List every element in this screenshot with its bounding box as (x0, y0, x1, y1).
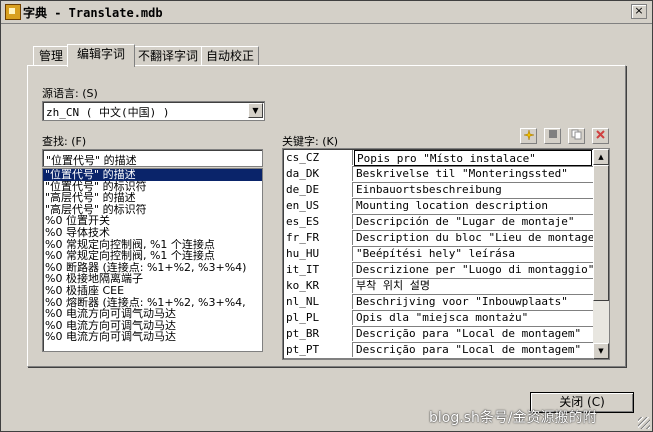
list-item[interactable]: "高层代号" 的标识符 (43, 204, 262, 216)
list-item[interactable]: %0 位置开关 (43, 215, 262, 227)
translation-text[interactable]: Description du bloc "Lieu de montage" (354, 230, 594, 245)
language-code: fr_FR (284, 230, 353, 245)
translation-text[interactable]: Popis pro "Místo instalace" (354, 150, 592, 166)
language-code: cs_CZ (284, 150, 353, 165)
copy-icon[interactable] (568, 128, 585, 144)
table-row[interactable]: hu_HU "Beépítési hely" leírása (284, 246, 593, 263)
search-input[interactable]: "位置代号" 的描述 (42, 149, 263, 167)
translation-text[interactable]: Opis dla "miejsca montażu" (354, 310, 594, 325)
list-item[interactable]: %0 极接地隔离端子 (43, 273, 262, 285)
list-item[interactable]: %0 断路器 (连接点: %1+%2, %3+%4) (43, 262, 262, 274)
resize-grip-icon[interactable] (638, 417, 650, 429)
tab-auto-correct[interactable]: 自动校正 (201, 46, 259, 66)
table-row[interactable]: pt_PT Descrição para "Local de montagem" (284, 342, 593, 359)
language-code: nl_NL (284, 294, 353, 309)
chevron-down-icon[interactable]: ▼ (248, 103, 263, 118)
list-item[interactable]: "位置代号" 的标识符 (43, 181, 262, 193)
tab-edit-words[interactable]: 编辑字词 (67, 44, 135, 67)
window-close-button[interactable]: × (631, 4, 647, 19)
stop-icon[interactable] (544, 128, 561, 144)
list-item[interactable]: %0 导体技术 (43, 227, 262, 239)
table-row[interactable]: ko_KR 부착 위치 설명 (284, 278, 593, 295)
window-title: 字典 - Translate.mdb (23, 6, 163, 20)
scroll-thumb[interactable] (593, 165, 609, 301)
source-language-label: 源语言: (S) (42, 87, 98, 100)
dictionary-app-icon (5, 4, 21, 20)
language-code: de_DE (284, 182, 353, 197)
translation-text[interactable]: Mounting location description (354, 198, 594, 213)
watermark: blog.sh条号/金资源搬的附 (429, 410, 597, 426)
translation-text[interactable]: 부착 위치 설명 (354, 278, 594, 293)
source-language-value: zh_CN ( 中文(中国) ) (46, 106, 170, 119)
list-item[interactable]: "位置代号" 的描述 (43, 169, 262, 181)
language-code: pt_BR (284, 326, 353, 341)
table-row[interactable]: en_US Mounting location description (284, 198, 593, 215)
translation-text[interactable]: Beschrijving voor "Inbouwplaats" (354, 294, 594, 309)
language-code: es_ES (284, 214, 353, 229)
translation-text[interactable]: Descrição para "Local de montagem" (354, 326, 594, 341)
translation-text[interactable]: Descripción de "Lugar de montaje" (354, 214, 594, 229)
list-item[interactable]: %0 电流方向可调气动马达 (43, 320, 262, 332)
table-row[interactable]: es_ES Descripción de "Lugar de montaje" (284, 214, 593, 231)
list-item[interactable]: "高层代号" 的描述 (43, 192, 262, 204)
list-item[interactable]: %0 电流方向可调气动马达 (43, 331, 262, 343)
new-entry-icon[interactable] (520, 128, 537, 144)
word-list[interactable]: "位置代号" 的描述 "位置代号" 的标识符 "高层代号" 的描述 "高层代号"… (42, 168, 263, 352)
language-code: en_US (284, 198, 353, 213)
table-row[interactable]: de_DE Einbauortsbeschreibung (284, 182, 593, 199)
delete-icon[interactable] (592, 128, 609, 144)
list-item[interactable]: %0 常规定向控制阀, %1 个连接点 (43, 250, 262, 262)
source-language-select[interactable]: zh_CN ( 中文(中国) ) ▼ (42, 101, 265, 121)
table-row[interactable]: cs_CZ Popis pro "Místo instalace" (284, 150, 593, 167)
keywords-scrollbar[interactable]: ▲ ▼ (593, 149, 609, 359)
language-code: da_DK (284, 166, 353, 181)
language-code: pl_PL (284, 310, 353, 325)
language-code: it_IT (284, 262, 353, 277)
translation-text[interactable]: Beskrivelse til "Monteringssted" (354, 166, 594, 181)
search-label: 查找: (F) (42, 135, 87, 148)
title-bar[interactable]: 字典 - Translate.mdb × (1, 1, 652, 24)
table-row[interactable]: fr_FR Description du bloc "Lieu de monta… (284, 230, 594, 247)
table-row[interactable]: pl_PL Opis dla "miejsca montażu" (284, 310, 593, 327)
table-row[interactable]: da_DK Beskrivelse til "Monteringssted" (284, 166, 593, 183)
translation-text[interactable]: "Beépítési hely" leírása (354, 246, 594, 261)
language-code: ko_KR (284, 278, 353, 293)
translation-text[interactable]: Descrição para "Local de montagem" (354, 342, 594, 357)
tab-manage[interactable]: 管理 (33, 46, 69, 66)
scroll-down-icon[interactable]: ▼ (593, 343, 609, 359)
list-item[interactable]: %0 电流方向可调气动马达 (43, 308, 262, 320)
table-row[interactable]: it_IT Descrizione per "Luogo di montaggi… (284, 262, 594, 279)
list-item[interactable]: %0 常规定向控制阀, %1 个连接点 (43, 239, 262, 251)
dictionary-window: 字典 - Translate.mdb × 管理 编辑字词 不翻译字词 自动校正 … (0, 0, 653, 432)
language-code: hu_HU (284, 246, 353, 261)
keywords-table[interactable]: cs_CZ Popis pro "Místo instalace" da_DK … (282, 148, 610, 360)
list-item[interactable]: %0 熔断器 (连接点: %1+%2, %3+%4, (43, 297, 262, 309)
keywords-label: 关键字: (K) (282, 135, 338, 148)
translation-text[interactable]: Descrizione per "Luogo di montaggio" (354, 262, 594, 277)
translation-text[interactable]: Einbauortsbeschreibung (354, 182, 594, 197)
list-item[interactable]: %0 极插座 CEE (43, 285, 262, 297)
table-row[interactable]: nl_NL Beschrijving voor "Inbouwplaats" (284, 294, 593, 311)
language-code: pt_PT (284, 342, 353, 357)
scroll-up-icon[interactable]: ▲ (593, 149, 609, 165)
table-row[interactable]: pt_BR Descrição para "Local de montagem" (284, 326, 593, 343)
tab-non-translatable-words[interactable]: 不翻译字词 (133, 46, 203, 66)
